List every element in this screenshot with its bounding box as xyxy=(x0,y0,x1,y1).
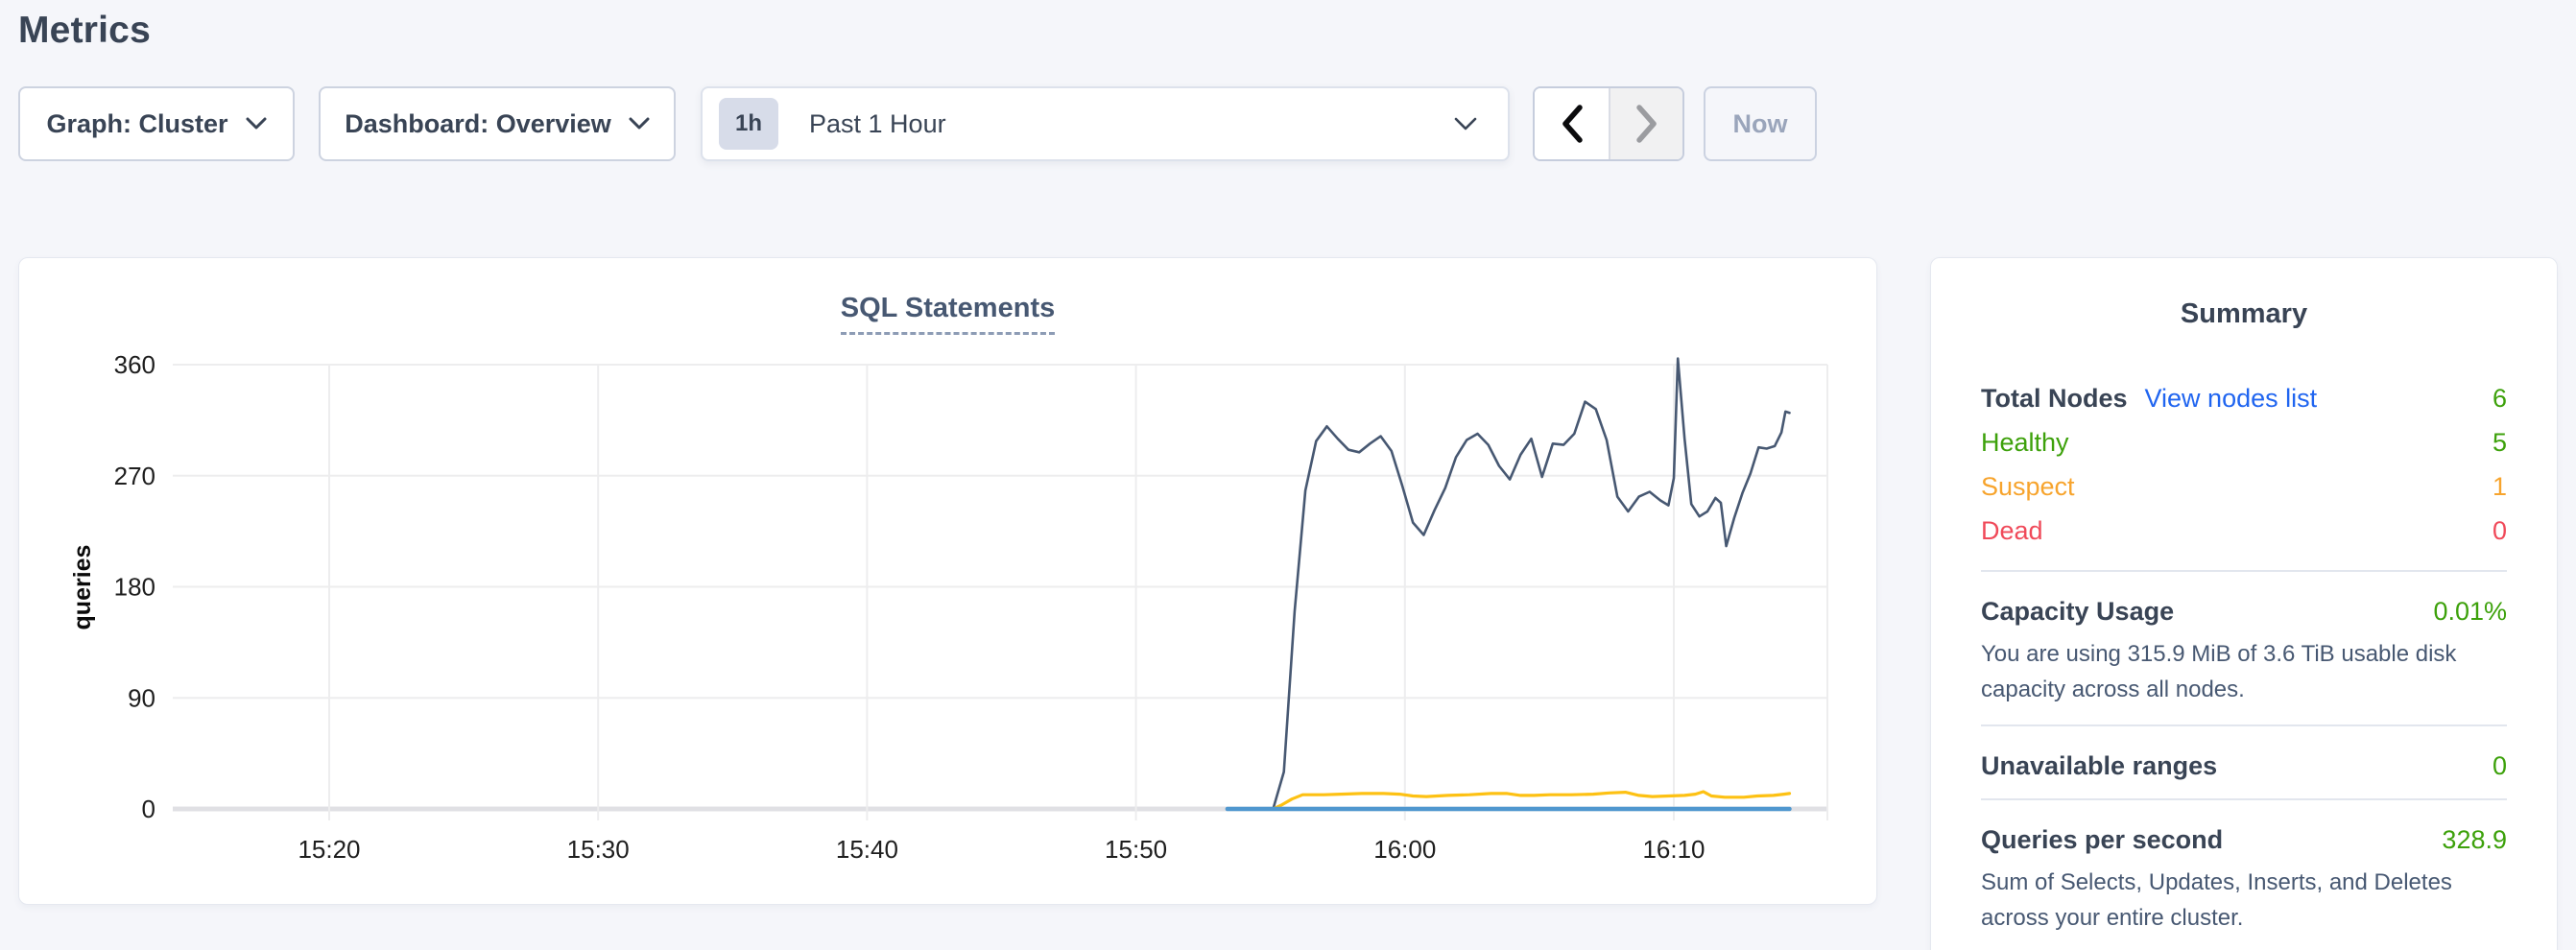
healthy-label: Healthy xyxy=(1981,428,2069,458)
queries-per-second-label: Queries per second xyxy=(1981,825,2223,855)
dashboard-dropdown[interactable]: Dashboard: Overview xyxy=(319,86,676,161)
queries-per-second-description: Sum of Selects, Updates, Inserts, and De… xyxy=(1981,865,2507,936)
svg-text:0: 0 xyxy=(142,795,155,823)
sql-statements-chart: 0 90 180 270 360 15:20 15:30 15:40 15:50 16:00 16:… xyxy=(19,340,1878,872)
suspect-label: Suspect xyxy=(1981,472,2075,502)
queries-per-second-value: 328.9 xyxy=(2442,825,2507,855)
suspect-nodes-row: Suspect 1 xyxy=(1981,464,2507,509)
unavailable-ranges-value: 0 xyxy=(2493,751,2507,781)
capacity-usage-description: You are using 315.9 MiB of 3.6 TiB usabl… xyxy=(1981,636,2507,707)
svg-text:queries: queries xyxy=(69,545,96,630)
svg-text:270: 270 xyxy=(114,462,155,490)
suspect-value: 1 xyxy=(2493,472,2507,502)
page-title: Metrics xyxy=(18,10,2558,52)
capacity-usage-section: Capacity Usage 0.01% You are using 315.9… xyxy=(1981,597,2507,707)
dead-nodes-row: Dead 0 xyxy=(1981,509,2507,553)
capacity-usage-value: 0.01% xyxy=(2433,597,2507,627)
dashboard-dropdown-label: Dashboard: Overview xyxy=(345,109,611,139)
chevron-down-icon xyxy=(246,117,267,131)
svg-text:90: 90 xyxy=(128,683,155,712)
svg-text:15:40: 15:40 xyxy=(836,835,898,864)
total-nodes-value: 6 xyxy=(2493,384,2507,414)
unavailable-ranges-label: Unavailable ranges xyxy=(1981,751,2217,781)
content-area: SQL Statements 0 90 180 270 360 15:20 15:30 15:… xyxy=(18,257,2558,950)
chart-title-row: SQL Statements xyxy=(19,258,1876,340)
dead-value: 0 xyxy=(2493,516,2507,546)
total-nodes-row: Total Nodes View nodes list 6 xyxy=(1981,376,2507,420)
metrics-page: Metrics Graph: Cluster Dashboard: Overvi… xyxy=(0,0,2576,950)
graph-dropdown[interactable]: Graph: Cluster xyxy=(18,86,295,161)
prev-time-button[interactable] xyxy=(1535,88,1609,159)
sql-statements-panel: SQL Statements 0 90 180 270 360 15:20 15:30 15:… xyxy=(18,257,1877,905)
chart-title[interactable]: SQL Statements xyxy=(841,293,1055,335)
svg-text:15:50: 15:50 xyxy=(1105,835,1167,864)
svg-text:360: 360 xyxy=(114,350,155,379)
chevron-left-icon xyxy=(1560,103,1585,145)
chevron-down-icon xyxy=(629,117,650,131)
svg-text:180: 180 xyxy=(114,573,155,602)
time-range-selector[interactable]: 1h Past 1 Hour xyxy=(701,86,1510,161)
graph-dropdown-label: Graph: Cluster xyxy=(46,109,227,139)
capacity-usage-label: Capacity Usage xyxy=(1981,597,2174,627)
summary-title: Summary xyxy=(1981,298,2507,330)
controls-row: Graph: Cluster Dashboard: Overview 1h Pa… xyxy=(18,86,2558,161)
next-time-button[interactable] xyxy=(1609,88,1682,159)
healthy-nodes-row: Healthy 5 xyxy=(1981,420,2507,464)
time-range-badge: 1h xyxy=(719,98,778,150)
time-range-label: Past 1 Hour xyxy=(809,109,946,139)
dead-label: Dead xyxy=(1981,516,2043,546)
unavailable-ranges-section: Unavailable ranges 0 xyxy=(1981,751,2507,781)
svg-text:16:10: 16:10 xyxy=(1642,835,1705,864)
svg-text:15:20: 15:20 xyxy=(298,835,360,864)
view-nodes-list-link[interactable]: View nodes list xyxy=(2145,384,2318,414)
now-button[interactable]: Now xyxy=(1704,86,1817,161)
node-status-list: Total Nodes View nodes list 6 Healthy 5 … xyxy=(1981,376,2507,553)
time-step-control xyxy=(1533,86,1684,161)
queries-per-second-section: Queries per second 328.9 Sum of Selects,… xyxy=(1981,825,2507,936)
svg-text:15:30: 15:30 xyxy=(567,835,630,864)
divider xyxy=(1981,724,2507,726)
divider xyxy=(1981,570,2507,572)
divider xyxy=(1981,798,2507,800)
svg-text:16:00: 16:00 xyxy=(1373,835,1436,864)
chevron-right-icon xyxy=(1634,103,1659,145)
healthy-value: 5 xyxy=(2493,428,2507,458)
total-nodes-label: Total Nodes xyxy=(1981,384,2128,414)
chevron-down-icon xyxy=(1454,117,1477,131)
summary-panel: Summary Total Nodes View nodes list 6 He… xyxy=(1930,257,2558,950)
